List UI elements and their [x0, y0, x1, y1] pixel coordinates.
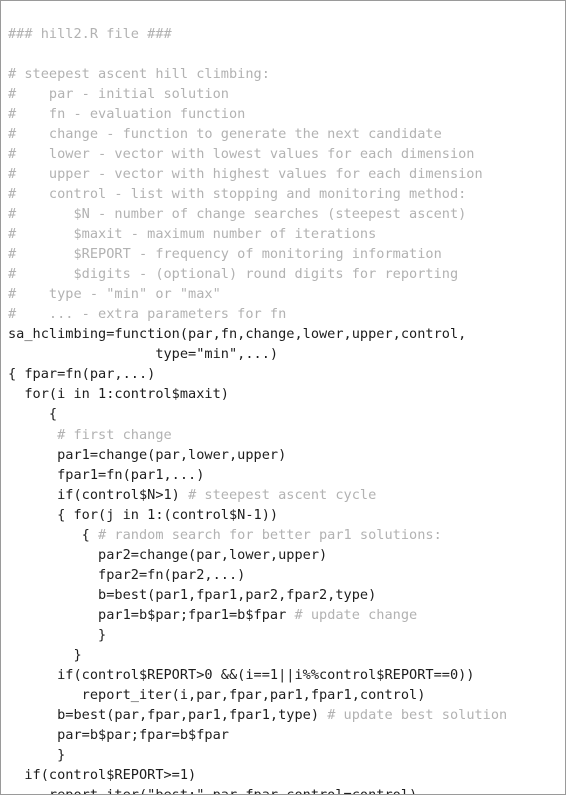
code-line: # $maxit - maximum number of iterations [8, 224, 563, 244]
code-token: { fpar=fn(par,...) [8, 366, 156, 383]
code-token: report_iter(i,par,fpar,par1,fpar1,contro… [8, 687, 426, 704]
code-line: } [8, 645, 563, 665]
code-comment: # type - "min" or "max" [8, 286, 221, 303]
code-line: # change - function to generate the next… [8, 124, 563, 144]
code-token: { for(j in 1:(control$N-1)) [8, 506, 279, 523]
code-line: # ... - extra parameters for fn [8, 304, 563, 324]
code-line: if(control$REPORT>=1) [8, 765, 563, 785]
code-token: if(control$REPORT>0 &&(i==1||i%%control$… [8, 667, 475, 684]
code-token: { [8, 526, 99, 543]
code-token: sa_hclimbing=function(par,fn,change,lowe… [8, 326, 467, 343]
code-line: par=b$par;fpar=b$fpar [8, 725, 563, 745]
code-comment: # par - initial solution [8, 85, 229, 102]
code-comment: # change - function to generate the next… [8, 125, 442, 142]
code-line: b=best(par1,fpar1,par2,fpar2,type) [8, 585, 563, 605]
code-token: par1=change(par,lower,upper) [8, 446, 287, 463]
code-comment: # update change [294, 606, 418, 623]
code-token: b=best(par1,fpar1,par2,fpar2,type) [8, 586, 377, 603]
code-line: # $digits - (optional) round digits for … [8, 264, 563, 284]
code-line: b=best(par,fpar,par1,fpar1,type) # updat… [8, 705, 563, 725]
code-comment: # upper - vector with highest values for… [8, 165, 483, 182]
code-line: # lower - vector with lowest values for … [8, 144, 563, 164]
code-line: for(i in 1:control$maxit) [8, 384, 563, 404]
code-token: } [8, 747, 66, 764]
code-line: # $N - number of change searches (steepe… [8, 204, 563, 224]
code-token: { [8, 406, 58, 423]
code-line: # control - list with stopping and monit… [8, 184, 563, 204]
code-comment: # control - list with stopping and monit… [8, 185, 467, 202]
code-comment: # ... - extra parameters for fn [8, 306, 287, 323]
code-comment: # steepest ascent hill climbing: [8, 65, 270, 82]
code-comment: # steepest ascent cycle [188, 486, 377, 503]
code-line: fpar2=fn(par2,...) [8, 565, 563, 585]
code-line: # par - initial solution [8, 84, 563, 104]
code-line: if(control$N>1) # steepest ascent cycle [8, 485, 563, 505]
code-token: par2=change(par,lower,upper) [8, 546, 328, 563]
code-token: report_iter("best:",par,fpar,control=con… [8, 787, 417, 794]
code-line: if(control$REPORT>0 &&(i==1||i%%control$… [8, 665, 563, 685]
code-line: # fn - evaluation function [8, 104, 563, 124]
code-comment: # lower - vector with lowest values for … [8, 145, 475, 162]
code-comment: # $N - number of change searches (steepe… [8, 206, 467, 223]
code-line: { fpar=fn(par,...) [8, 364, 563, 384]
code-line: } [8, 745, 563, 765]
code-line: par2=change(par,lower,upper) [8, 545, 563, 565]
code-line: # type - "min" or "max" [8, 284, 563, 304]
code-line: # upper - vector with highest values for… [8, 164, 563, 184]
code-line: # $REPORT - frequency of monitoring info… [8, 244, 563, 264]
code-line: report_iter("best:",par,fpar,control=con… [8, 785, 563, 794]
code-line: report_iter(i,par,fpar,par1,fpar1,contro… [8, 685, 563, 705]
code-line: { # random search for better par1 soluti… [8, 525, 563, 545]
code-comment: # random search for better par1 solution… [98, 526, 442, 543]
code-token: if(control$N>1) [8, 486, 189, 503]
code-token: for(i in 1:control$maxit) [8, 386, 229, 403]
code-line: # steepest ascent hill climbing: [8, 64, 563, 84]
code-token: fpar2=fn(par2,...) [8, 566, 246, 583]
code-token: if(control$REPORT>=1) [8, 767, 197, 784]
code-line: fpar1=fn(par1,...) [8, 465, 563, 485]
code-token: type="min",...) [8, 346, 279, 363]
source-code-block[interactable]: ### hill2.R file ### # steepest ascent h… [8, 24, 563, 794]
code-line: } [8, 625, 563, 645]
code-token: fpar1=fn(par1,...) [8, 466, 205, 483]
code-line: par1=change(par,lower,upper) [8, 445, 563, 465]
code-line: par1=b$par;fpar1=b$fpar # update change [8, 605, 563, 625]
code-line: { [8, 404, 563, 424]
code-comment: # update best solution [327, 707, 508, 724]
code-comment: ### hill2.R file ### [8, 25, 172, 42]
code-comment: # first change [8, 426, 172, 443]
code-comment: # $digits - (optional) round digits for … [8, 266, 459, 283]
code-line: ### hill2.R file ### [8, 24, 563, 44]
code-listing-frame: ### hill2.R file ### # steepest ascent h… [0, 0, 566, 795]
code-token: par1=b$par;fpar1=b$fpar [8, 606, 295, 623]
code-line: sa_hclimbing=function(par,fn,change,lowe… [8, 324, 563, 344]
code-line: type="min",...) [8, 344, 563, 364]
code-token: } [8, 647, 82, 664]
code-line: { for(j in 1:(control$N-1)) [8, 505, 563, 525]
code-comment: # fn - evaluation function [8, 105, 246, 122]
code-comment: # $maxit - maximum number of iterations [8, 226, 377, 243]
code-token: b=best(par,fpar,par1,fpar1,type) [8, 707, 328, 724]
code-line: # first change [8, 425, 563, 445]
code-token: } [8, 627, 107, 643]
code-token: par=b$par;fpar=b$fpar [8, 727, 229, 744]
code-comment: # $REPORT - frequency of monitoring info… [8, 246, 442, 263]
